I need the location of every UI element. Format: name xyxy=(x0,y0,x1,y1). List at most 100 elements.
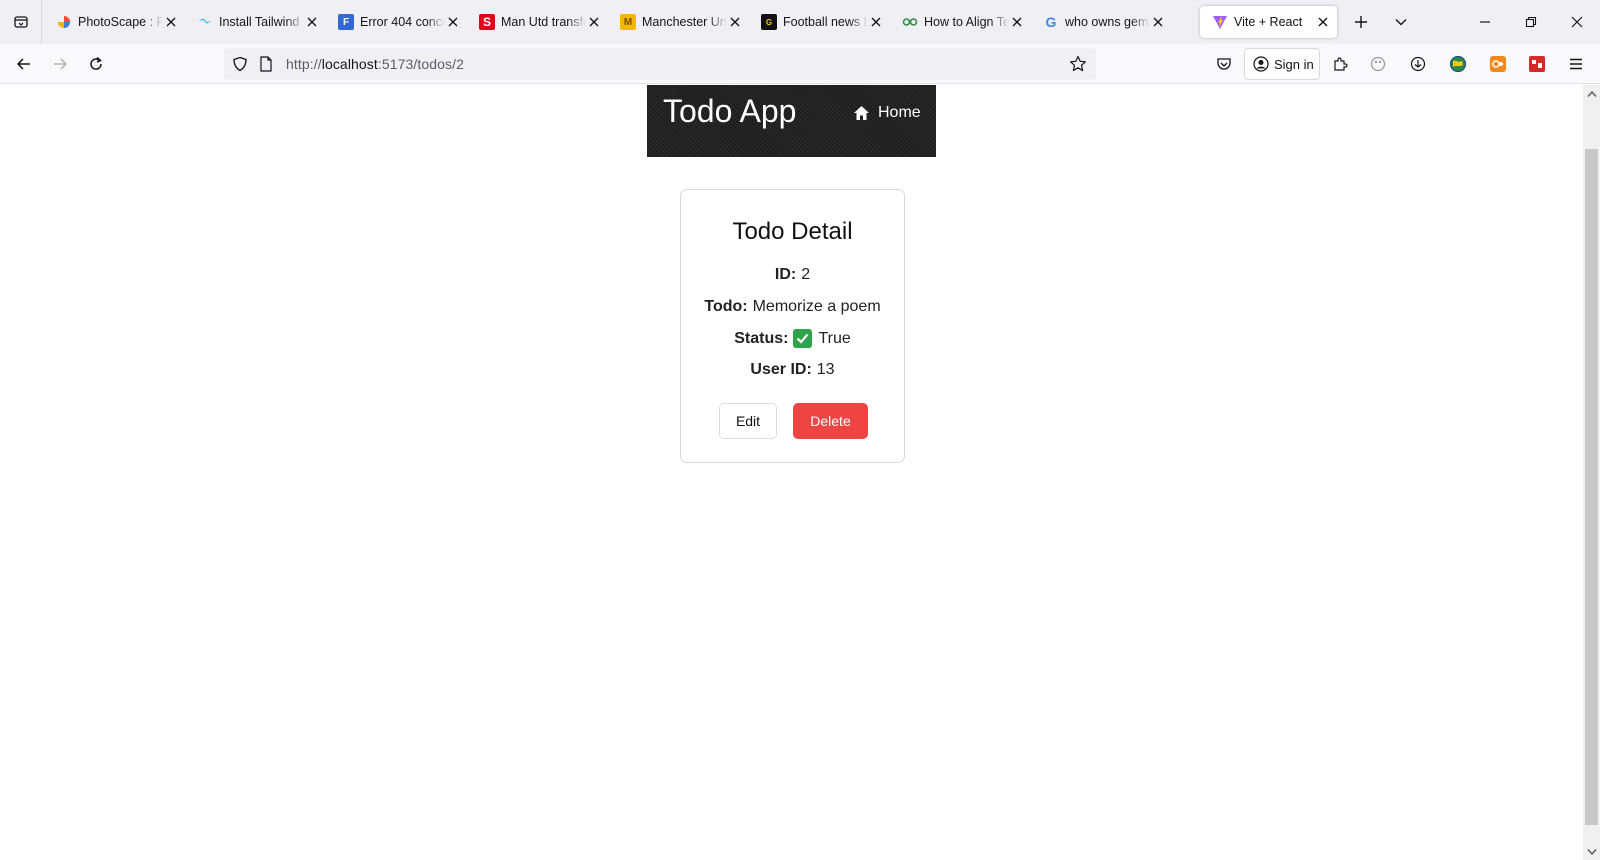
tab-title: How to Align Text xyxy=(924,15,1009,29)
orange-extension[interactable] xyxy=(1482,48,1514,80)
sign-in-button[interactable]: Sign in xyxy=(1244,48,1320,80)
tab-how-to-align[interactable]: How to Align Text xyxy=(890,6,1031,38)
tab-title: PhotoScape : Free Photo Editing xyxy=(78,15,163,29)
home-icon xyxy=(853,104,871,122)
close-icon[interactable] xyxy=(1315,14,1331,30)
forward-button[interactable] xyxy=(44,48,76,80)
nav-home-label: Home xyxy=(878,104,921,121)
app-header: Todo App Home xyxy=(647,85,936,157)
close-icon[interactable] xyxy=(304,14,320,30)
tab-tailwind[interactable]: Install Tailwind CSS with Vite xyxy=(185,6,326,38)
arrow-right-icon xyxy=(54,58,68,70)
account-icon xyxy=(1253,56,1269,72)
sun-icon: S xyxy=(479,14,495,30)
navigation-toolbar: http://localhost:5173/todos/2 Sign in xyxy=(0,44,1600,84)
check-icon xyxy=(793,329,813,348)
tab-list-icon xyxy=(13,16,28,28)
id-label: ID: xyxy=(774,266,797,283)
url-host: localhost xyxy=(321,56,378,72)
scroll-up-arrow-icon[interactable] xyxy=(1586,88,1597,99)
close-icon[interactable] xyxy=(868,14,884,30)
list-all-tabs-button[interactable] xyxy=(0,0,42,44)
goal-icon: G xyxy=(761,14,777,30)
minimize-button[interactable] xyxy=(1469,6,1501,38)
scrollbar-thumb[interactable] xyxy=(1585,149,1598,825)
globe-extension[interactable] xyxy=(1442,48,1474,80)
tab-error-404[interactable]: F Error 404 concept xyxy=(326,6,467,38)
close-icon[interactable] xyxy=(727,14,743,30)
plus-icon xyxy=(1355,16,1367,28)
bookmark-star-icon[interactable] xyxy=(1068,54,1088,74)
tab-strip: PhotoScape : Free Photo Editing Install … xyxy=(0,0,1600,44)
globe-icon xyxy=(1449,55,1467,73)
tab-football-news[interactable]: G Football news LIVE xyxy=(749,6,890,38)
hamburger-menu-icon xyxy=(1570,58,1582,70)
app-brand[interactable]: Todo App xyxy=(663,91,796,131)
status-value: True xyxy=(818,329,851,347)
tab-overflow-button[interactable] xyxy=(1385,6,1417,38)
tab-title: Man Utd transfer news xyxy=(501,15,586,29)
sign-in-label: Sign in xyxy=(1274,56,1314,72)
scroll-down-arrow-icon[interactable] xyxy=(1586,846,1597,857)
tab-who-owns-gemini[interactable]: G who owns gemini xyxy=(1031,6,1172,38)
user-id-label: User ID: xyxy=(750,361,812,378)
url-bar[interactable]: http://localhost:5173/todos/2 xyxy=(224,48,1096,80)
download-icon xyxy=(1410,56,1426,72)
shield-icon[interactable] xyxy=(230,54,250,74)
nav-home-link[interactable]: Home xyxy=(853,101,921,125)
tab-manchester-united[interactable]: M Manchester United xyxy=(608,6,749,38)
orange-extension-icon xyxy=(1490,56,1506,72)
id-value: 2 xyxy=(801,266,811,283)
red-extension-icon xyxy=(1529,56,1545,72)
new-tab-button[interactable] xyxy=(1345,6,1377,38)
color-picker-extension[interactable] xyxy=(1362,48,1394,80)
tab-title: Install Tailwind CSS with Vite xyxy=(219,15,304,29)
todo-status-row: Status: True xyxy=(681,329,904,348)
url-text[interactable]: http://localhost:5173/todos/2 xyxy=(286,56,464,72)
todo-detail-card: Todo Detail ID: 2 Todo: Memorize a poem … xyxy=(680,189,905,463)
tab-title: Manchester United xyxy=(642,15,727,29)
downloads-button[interactable] xyxy=(1402,48,1434,80)
edit-button[interactable]: Edit xyxy=(719,403,777,439)
google-icon: G xyxy=(1045,14,1057,30)
red-extension[interactable] xyxy=(1521,48,1553,80)
photoscape-icon xyxy=(56,14,72,30)
page-icon xyxy=(256,54,276,74)
vite-icon xyxy=(1212,14,1228,30)
todo-label: Todo: xyxy=(704,298,748,315)
chevron-down-icon xyxy=(1395,19,1407,26)
todo-user-row: User ID: 13 xyxy=(681,361,904,379)
delete-button[interactable]: Delete xyxy=(793,403,868,439)
pocket-button[interactable] xyxy=(1208,48,1240,80)
close-icon xyxy=(1571,16,1583,28)
tab-vite-react[interactable]: Vite + React xyxy=(1200,6,1337,38)
app-menu-button[interactable] xyxy=(1560,48,1592,80)
back-button[interactable] xyxy=(8,48,40,80)
vertical-scrollbar[interactable] xyxy=(1583,85,1600,860)
arrow-left-icon xyxy=(16,58,30,70)
todo-text-row: Todo: Memorize a poem xyxy=(681,298,904,316)
tab-photoscape[interactable]: PhotoScape : Free Photo Editing xyxy=(44,6,185,38)
close-icon[interactable] xyxy=(1009,14,1025,30)
tab-man-utd-transfer[interactable]: S Man Utd transfer news xyxy=(467,6,608,38)
tab-title: Error 404 concept xyxy=(360,15,445,29)
close-icon[interactable] xyxy=(1150,14,1166,30)
tab-title: Vite + React xyxy=(1234,15,1303,29)
close-icon[interactable] xyxy=(163,14,179,30)
puzzle-icon xyxy=(1334,57,1348,71)
reload-button[interactable] xyxy=(80,48,112,80)
url-prefix: http:// xyxy=(286,56,322,72)
close-window-button[interactable] xyxy=(1561,6,1593,38)
close-icon[interactable] xyxy=(445,14,461,30)
url-path: :5173/todos/2 xyxy=(377,56,465,72)
todo-id-row: ID: 2 xyxy=(681,266,904,284)
extensions-button[interactable] xyxy=(1324,48,1356,80)
status-label: Status: xyxy=(734,329,789,347)
close-icon[interactable] xyxy=(586,14,602,30)
reload-icon xyxy=(90,56,102,70)
restore-icon xyxy=(1525,16,1537,28)
tailwind-icon xyxy=(197,14,213,30)
restore-button[interactable] xyxy=(1515,6,1547,38)
palette-icon xyxy=(1370,56,1386,72)
manutd-icon: M xyxy=(620,14,636,30)
